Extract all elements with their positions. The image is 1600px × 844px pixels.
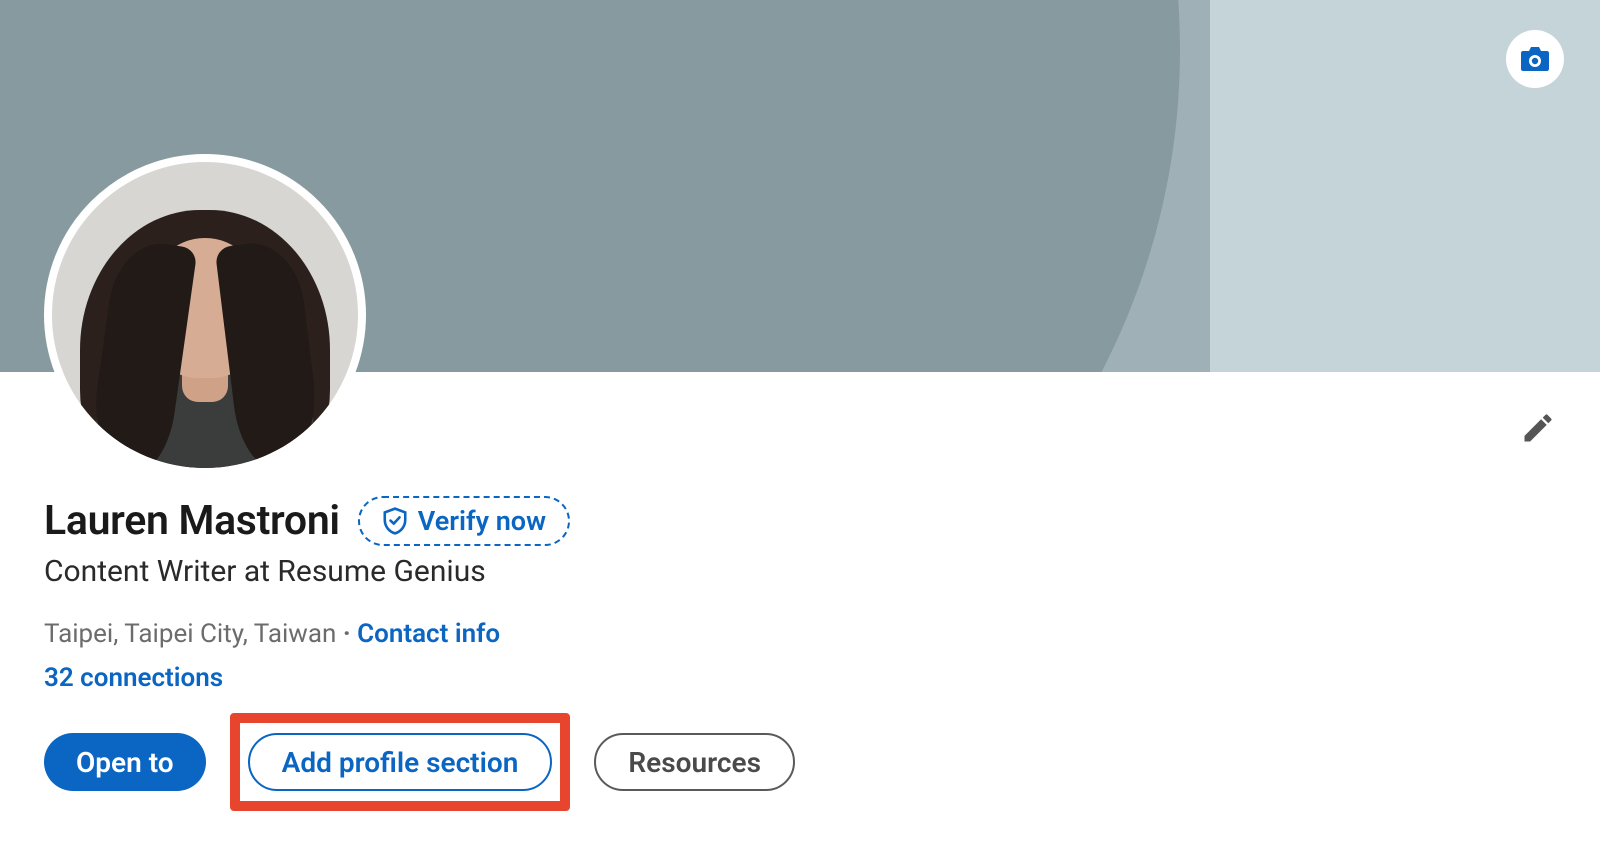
profile-location: Taipei, Taipei City, Taiwan [44,619,336,649]
add-profile-section-label: Add profile section [282,746,519,779]
profile-name: Lauren Mastroni [44,497,340,545]
open-to-button[interactable]: Open to [44,733,206,791]
open-to-label: Open to [76,746,174,779]
location-row: Taipei, Taipei City, Taiwan · Contact in… [44,619,1556,649]
camera-icon [1521,47,1549,71]
separator-dot: · [343,619,357,649]
profile-actions-row: Open to Add profile section Resources [44,713,1556,811]
add-profile-section-button[interactable]: Add profile section [248,733,553,791]
profile-headline: Content Writer at Resume Genius [44,554,1556,589]
avatar-image [52,162,358,468]
verify-now-label: Verify now [418,505,546,537]
connections-link[interactable]: 32 connections [44,663,223,693]
edit-cover-photo-button[interactable] [1506,30,1564,88]
edit-profile-button[interactable] [1518,408,1558,448]
name-row: Lauren Mastroni Verify now [44,496,1556,546]
resources-label: Resources [628,746,761,779]
avatar[interactable] [44,154,366,476]
pencil-icon [1520,410,1556,446]
annotation-highlight: Add profile section [230,713,571,811]
resources-button[interactable]: Resources [594,733,795,791]
shield-icon [382,507,408,535]
verify-now-button[interactable]: Verify now [358,496,570,546]
contact-info-link[interactable]: Contact info [357,619,500,649]
